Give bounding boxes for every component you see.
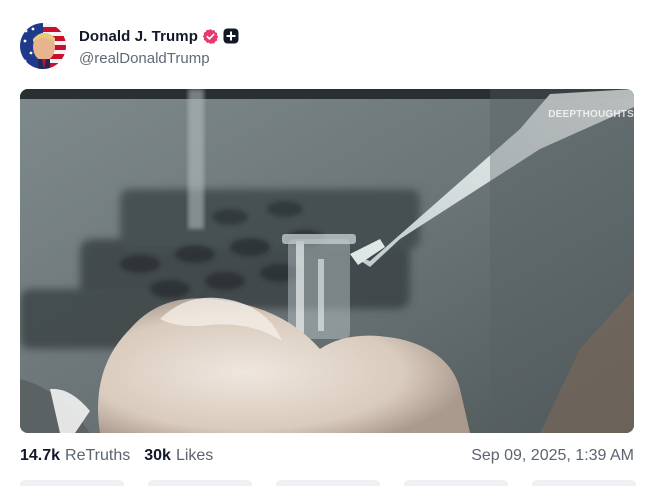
retruths-count: 14.7k	[20, 447, 61, 464]
retruths-label: ReTruths	[65, 447, 131, 464]
author-handle[interactable]: @realDonaldTrump	[79, 50, 239, 67]
likes-stat[interactable]: 30k Likes	[144, 447, 213, 465]
author-avatar[interactable]	[20, 23, 66, 69]
retruth-button[interactable]	[148, 480, 252, 486]
post-footer: 14.7k ReTruths 30k Likes Sep 09, 2025, 1…	[20, 445, 634, 467]
like-button[interactable]	[276, 480, 380, 486]
post-header: Donald J. Trump @realDonaldTrump	[20, 22, 239, 70]
truth-post: Donald J. Trump @realDonaldTrump DEEPTHO…	[0, 0, 656, 486]
video-watermark: DEEPTHOUGHTS	[548, 109, 634, 120]
likes-label: Likes	[175, 447, 214, 464]
share-button[interactable]	[404, 480, 508, 486]
video-media[interactable]: DEEPTHOUGHTS	[20, 89, 634, 433]
video-frame	[20, 89, 634, 433]
display-name[interactable]: Donald J. Trump	[79, 28, 198, 45]
flag-portrait-avatar-icon	[20, 23, 66, 69]
reply-button[interactable]	[20, 480, 124, 486]
more-button[interactable]	[532, 480, 636, 486]
retruths-stat[interactable]: 14.7k ReTruths	[20, 447, 130, 465]
action-bar	[20, 480, 636, 486]
likes-count: 30k	[144, 447, 171, 464]
subscription-plus-icon	[223, 28, 239, 44]
name-row: Donald J. Trump	[79, 25, 239, 47]
author-identity: Donald J. Trump @realDonaldTrump	[79, 25, 239, 67]
verified-badge-icon	[202, 28, 219, 45]
post-timestamp[interactable]: Sep 09, 2025, 1:39 AM	[471, 447, 634, 465]
